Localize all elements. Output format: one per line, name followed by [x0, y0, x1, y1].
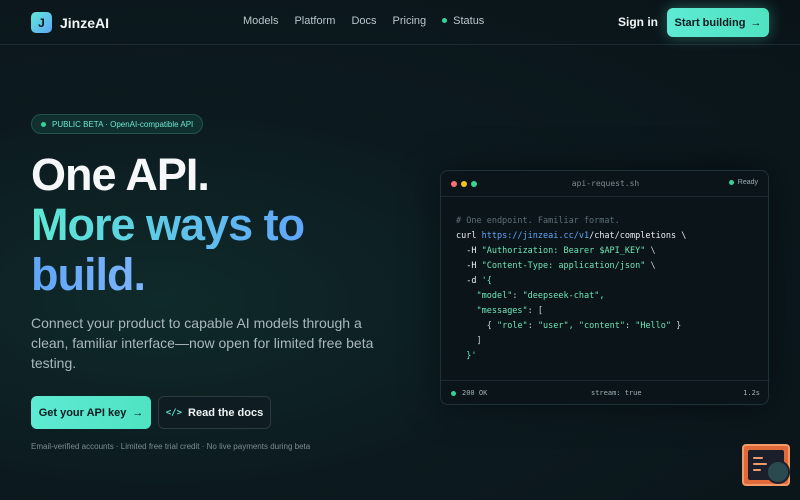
nav-link-docs[interactable]: Docs [351, 15, 376, 27]
code-continuation: \ [650, 261, 656, 271]
beta-badge-label: PUBLIC BETA · OpenAI-compatible API [52, 119, 194, 129]
code-block: # One endpoint. Familiar format. curl ht… [456, 216, 687, 361]
code-card-filename: api-request.sh [571, 179, 640, 188]
code-body-open: '{ [481, 276, 492, 286]
hero-title-line-2: More ways to [31, 199, 305, 250]
read-docs-button[interactable]: </> Read the docs [158, 396, 271, 429]
status-dot-icon [442, 17, 448, 23]
brand-logo[interactable]: J JinzeAI [31, 12, 109, 33]
status-ok-dot-icon [451, 390, 456, 396]
start-building-label: Start building [674, 16, 746, 29]
feedback-widget-icon[interactable] [742, 444, 790, 486]
code-url-path: /chat/completions \ [589, 231, 687, 241]
code-card-footer: 200 OK stream: true 1.2s [441, 380, 770, 404]
code-messages-open: : [ [527, 306, 544, 316]
code-model-key: "model" [476, 291, 513, 301]
code-continuation: \ [650, 246, 656, 256]
get-api-key-label: Get your API key [38, 406, 127, 419]
top-nav: J JinzeAI Models Platform Docs Pricing S… [0, 0, 800, 45]
widget-line-1 [753, 457, 763, 459]
read-docs-label: Read the docs [188, 406, 264, 419]
code-message-open: { [486, 321, 497, 331]
code-url-host: https://jinzeai.cc/v1 [481, 231, 590, 241]
code-flag-h1: -H [466, 246, 477, 256]
response-time: 1.2s [743, 389, 760, 397]
code-content-key: "content" [578, 321, 625, 331]
nav-link-platform[interactable]: Platform [294, 15, 335, 27]
code-comment: # One endpoint. Familiar format. [456, 216, 620, 226]
nav-link-status-label: Status [453, 15, 485, 27]
widget-line-2 [753, 463, 767, 465]
response-status: 200 OK [451, 389, 487, 397]
code-model-value: "deepseek-chat", [522, 291, 605, 301]
ready-dot-icon [728, 180, 734, 185]
brand-name: JinzeAI [60, 14, 110, 31]
ready-label: Ready [737, 179, 758, 186]
hero-title-line-3: build. [31, 249, 146, 300]
hero-title-line-1: One API. [31, 149, 210, 200]
stream-flag: stream: true [591, 389, 642, 397]
sign-in-link[interactable]: Sign in [618, 15, 658, 29]
logo-mark-icon: J [31, 12, 52, 33]
code-content-value: "Hello" [635, 321, 672, 331]
code-sample-card: api-request.sh Ready # One endpoint. Fam… [440, 170, 770, 405]
code-flag-h2: -H [466, 261, 477, 271]
get-api-key-button[interactable]: Get your API key → [31, 396, 151, 429]
ready-indicator: Ready [728, 179, 758, 186]
widget-avatar-icon [766, 460, 790, 484]
code-brackets-icon: </> [165, 407, 183, 418]
fine-print: Email-verified accounts · Limited free t… [31, 442, 311, 451]
nav-link-status[interactable]: Status [442, 15, 484, 27]
code-role-value: "user", [537, 321, 574, 331]
widget-line-3 [753, 469, 761, 471]
code-messages-key: "messages" [476, 306, 528, 316]
code-header-content-type: "Content-Type: application/json" [481, 261, 646, 271]
code-body-close: }' [466, 351, 477, 361]
arrow-right-icon: → [132, 406, 144, 419]
nav-link-pricing[interactable]: Pricing [393, 15, 427, 27]
code-role-key: "role" [496, 321, 528, 331]
beta-badge: PUBLIC BETA · OpenAI-compatible API [31, 114, 204, 134]
code-array-close: ] [476, 336, 482, 346]
nav-link-models[interactable]: Models [243, 15, 278, 27]
badge-dot-icon [41, 121, 46, 127]
arrow-right-icon: → [750, 16, 762, 29]
code-card-header: api-request.sh Ready [441, 171, 768, 197]
start-building-button[interactable]: Start building → [667, 8, 769, 37]
code-curl: curl [456, 231, 477, 241]
nav-links: Models Platform Docs Pricing Status [243, 15, 484, 27]
hero-subtitle: Connect your product to capable AI model… [31, 315, 374, 371]
code-message-close: } [671, 321, 682, 331]
code-header-auth: "Authorization: Bearer $API_KEY" [481, 246, 646, 256]
code-flag-d: -d [466, 276, 477, 286]
response-status-label: 200 OK [462, 389, 488, 397]
